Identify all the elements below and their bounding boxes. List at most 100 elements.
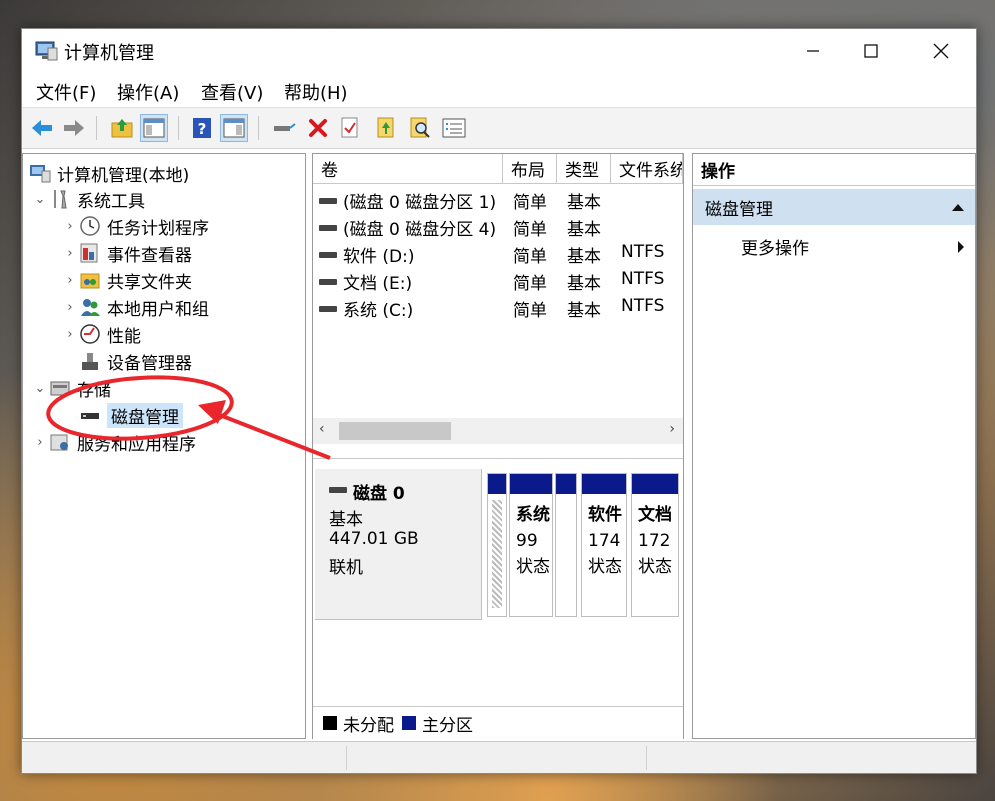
forward-button[interactable] (60, 114, 88, 142)
collapse-up-icon[interactable] (951, 203, 965, 212)
menu-action[interactable]: 操作(A) (117, 79, 179, 105)
back-button[interactable] (28, 114, 56, 142)
tree-item-shared-folders[interactable]: › 共享文件夹 (61, 267, 192, 293)
column-header-layout[interactable]: 布局 (503, 154, 557, 184)
delete-button[interactable] (304, 114, 332, 142)
more-actions-item[interactable]: 更多操作 (741, 234, 809, 259)
partition-status: 状态 (516, 557, 550, 577)
search-icon (410, 117, 430, 138)
horizontal-scrollbar[interactable]: ‹ › (313, 418, 683, 444)
minimize-button[interactable] (790, 29, 836, 73)
storage-icon (50, 381, 70, 396)
tree-label: 本地用户和组 (107, 299, 209, 320)
menu-help[interactable]: 帮助(H) (284, 79, 348, 105)
actions-section-disk-management[interactable]: 磁盘管理 (693, 189, 975, 225)
tree-item-storage[interactable]: ⌄ 存储 (31, 375, 111, 401)
chevron-right-icon[interactable]: › (61, 273, 79, 288)
computer-management-icon (35, 41, 58, 61)
status-bar (22, 741, 976, 773)
table-row[interactable]: 软件 (D:) 简单 基本 NTFS (313, 240, 683, 267)
actions-header: 操作 (693, 154, 975, 186)
tree-item-performance[interactable]: › 性能 (61, 321, 141, 347)
partition-system[interactable]: 系统 99 状态 (509, 473, 553, 617)
menu-view[interactable]: 查看(V) (201, 79, 263, 105)
check-icon (341, 117, 358, 138)
close-button[interactable] (918, 29, 964, 73)
partition-small-1[interactable] (487, 473, 507, 617)
scroll-left-icon[interactable]: ‹ (319, 421, 325, 437)
actions-pane: 操作 磁盘管理 更多操作 (692, 153, 976, 739)
disk-graphical-view: 磁盘 0 基本 447.01 GB 联机 系统 99 状态 软件 174 状态 … (313, 458, 683, 620)
tree-item-disk-management[interactable]: 磁盘管理 (79, 402, 183, 428)
tree-item-task-scheduler[interactable]: › 任务计划程序 (61, 213, 209, 239)
disk-management-pane: 卷 布局 类型 文件系统 (磁盘 0 磁盘分区 1) 简单 基本 (磁盘 0 磁… (312, 153, 684, 739)
volume-fs: NTFS (621, 269, 665, 289)
maximize-button[interactable] (848, 29, 894, 73)
title-bar[interactable]: 计算机管理 (22, 29, 976, 73)
navigation-tree: 计算机管理(本地) ⌄ 系统工具 › 任务计划程序 › 事件查看器 › 共享文件… (22, 153, 306, 739)
volume-layout: 简单 (513, 301, 547, 321)
partition-name: 文档 (638, 505, 672, 525)
table-row[interactable]: 文档 (E:) 简单 基本 NTFS (313, 267, 683, 294)
partition-documents[interactable]: 文档 172 状态 (631, 473, 679, 617)
scroll-right-icon[interactable]: › (669, 421, 675, 437)
up-level-button[interactable] (108, 114, 136, 142)
properties-check-button[interactable] (336, 114, 364, 142)
menu-bar: 文件(F) 操作(A) 查看(V) 帮助(H) (22, 75, 976, 105)
menu-file[interactable]: 文件(F) (36, 79, 96, 105)
tree-label: 计算机管理(本地) (57, 165, 190, 186)
chevron-down-icon[interactable]: ⌄ (31, 192, 49, 207)
actions-section-label: 磁盘管理 (705, 199, 773, 220)
partition-status: 状态 (638, 557, 672, 577)
chevron-right-icon[interactable]: › (61, 219, 79, 234)
show-hide-action-pane-button[interactable] (220, 114, 248, 142)
toolbar: ? (22, 107, 976, 149)
volume-type: 基本 (567, 220, 601, 240)
unallocated-swatch (323, 716, 337, 730)
table-row[interactable]: 系统 (C:) 简单 基本 NTFS (313, 294, 683, 321)
primary-swatch (402, 716, 416, 730)
chevron-right-icon[interactable]: › (61, 300, 79, 315)
tree-item-services-apps[interactable]: › 服务和应用程序 (31, 429, 196, 455)
tree-item-system-tools[interactable]: ⌄ 系统工具 (31, 186, 145, 212)
partition-name: 软件 (588, 505, 622, 525)
tree-label: 共享文件夹 (107, 272, 192, 293)
disk-type: 基本 (329, 510, 363, 530)
list-properties-button[interactable] (440, 114, 468, 142)
chevron-right-icon[interactable]: › (31, 435, 49, 450)
help-button[interactable]: ? (188, 114, 216, 142)
table-row[interactable]: (磁盘 0 磁盘分区 4) 简单 基本 (313, 213, 683, 240)
tree-label: 系统工具 (77, 191, 145, 212)
volume-type: 基本 (567, 193, 601, 213)
disk-info-panel[interactable]: 磁盘 0 基本 447.01 GB 联机 (315, 469, 482, 620)
volume-fs: NTFS (621, 242, 665, 262)
maximize-icon (864, 44, 878, 58)
partition-software[interactable]: 软件 174 状态 (581, 473, 627, 617)
partition-small-2[interactable] (555, 473, 577, 617)
chevron-down-icon[interactable]: ⌄ (31, 381, 49, 396)
import-button[interactable] (372, 114, 400, 142)
disk-management-icon (81, 413, 99, 419)
show-hide-tree-button[interactable] (140, 114, 168, 142)
volume-type: 基本 (567, 274, 601, 294)
tree-item-local-users[interactable]: › 本地用户和组 (61, 294, 209, 320)
tree-item-root[interactable]: 计算机管理(本地) (29, 160, 189, 186)
connect-button[interactable] (270, 114, 298, 142)
drive-icon (329, 486, 347, 493)
minimize-icon (807, 50, 819, 52)
partition-name: 系统 (516, 505, 550, 525)
table-row[interactable]: (磁盘 0 磁盘分区 1) 简单 基本 (313, 186, 683, 213)
column-header-filesystem[interactable]: 文件系统 (611, 154, 683, 184)
tree-label: 服务和应用程序 (77, 434, 196, 455)
chevron-right-icon[interactable]: › (61, 246, 79, 261)
disk-name: 磁盘 0 (353, 484, 405, 504)
partition-size: 172 (638, 531, 671, 551)
drive-icon (319, 252, 337, 258)
tree-item-device-manager[interactable]: 设备管理器 (79, 348, 192, 374)
chevron-right-icon[interactable]: › (61, 327, 79, 342)
column-header-volume[interactable]: 卷 (313, 154, 503, 184)
search-button[interactable] (406, 114, 434, 142)
column-header-type[interactable]: 类型 (557, 154, 611, 184)
tree-item-event-viewer[interactable]: › 事件查看器 (61, 240, 192, 266)
scrollbar-thumb[interactable] (339, 422, 451, 440)
